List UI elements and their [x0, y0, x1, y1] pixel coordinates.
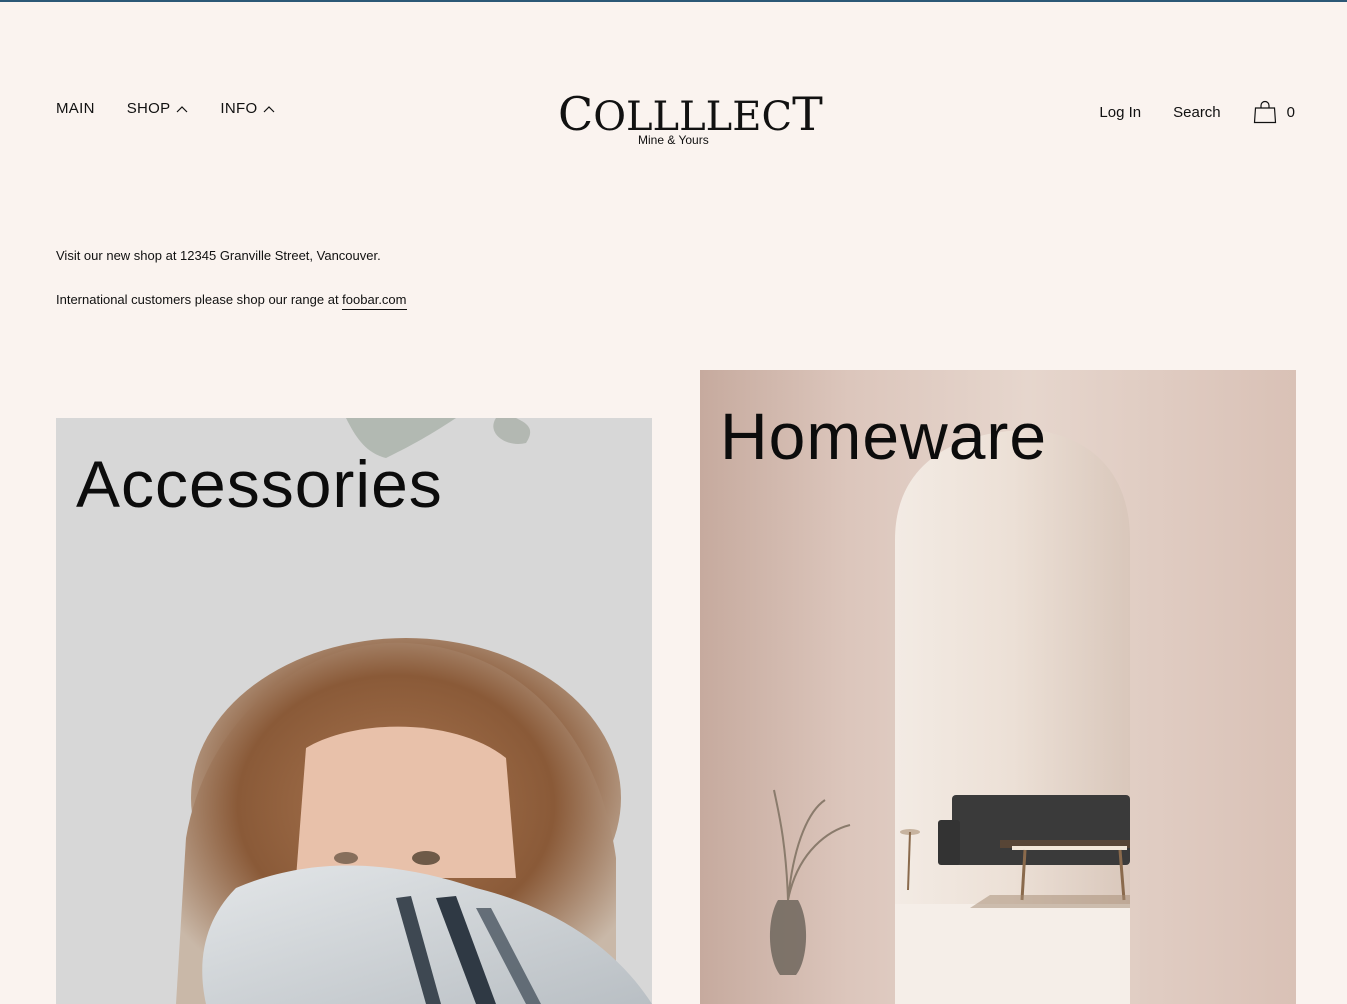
login-link[interactable]: Log In [1099, 104, 1141, 121]
nav-info-label: INFO [220, 100, 258, 117]
foobar-link[interactable]: foobar.com [342, 292, 407, 310]
utility-nav: Log In Search 0 [1099, 100, 1295, 124]
notice-international-text: International customers please shop our … [56, 292, 343, 307]
category-title-accessories: Accessories [76, 447, 443, 521]
nav-shop[interactable]: SHOP [127, 100, 189, 117]
primary-nav: MAIN SHOP INFO [56, 100, 275, 117]
category-card-accessories[interactable]: Accessories [56, 418, 652, 1004]
cart-button[interactable]: 0 [1253, 100, 1295, 124]
nav-main-label: MAIN [56, 100, 95, 117]
shopping-bag-icon [1253, 100, 1276, 124]
site-logo[interactable]: COLLLLECT Mine & Yours [558, 87, 823, 147]
chevron-up-icon [176, 105, 188, 112]
nav-shop-label: SHOP [126, 100, 171, 117]
search-link[interactable]: Search [1173, 104, 1221, 121]
logo-letter-c: C [558, 87, 594, 141]
category-card-homeware[interactable]: Homeware [700, 370, 1296, 1004]
nav-main[interactable]: MAIN [56, 100, 95, 117]
logo-tagline: Mine & Yours [638, 133, 709, 147]
nav-info[interactable]: INFO [220, 100, 275, 117]
category-title-homeware: Homeware [720, 399, 1048, 473]
logo-letter-t: T [792, 87, 823, 141]
chevron-up-icon [264, 105, 275, 112]
cart-count: 0 [1286, 103, 1295, 121]
notice-international: International customers please shop our … [56, 292, 407, 310]
site-header: MAIN SHOP INFO COLLLLECT Mine & Yours Lo… [0, 0, 1347, 170]
notice-shop-address: Visit our new shop at 12345 Granville St… [56, 248, 381, 263]
